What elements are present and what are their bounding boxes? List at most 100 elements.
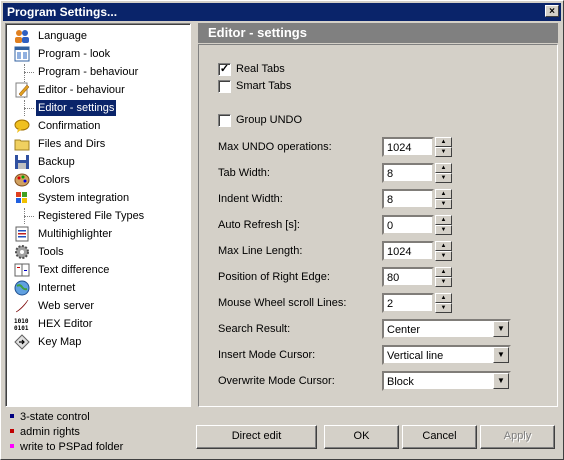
settings-tree[interactable]: Language Program - look Program - behavi… <box>5 23 191 407</box>
svg-text:0101: 0101 <box>14 325 29 332</box>
spin-down-icon[interactable]: ▼ <box>435 303 452 313</box>
right-edge-spinner[interactable]: ▲ ▼ <box>435 267 452 287</box>
spin-up-icon[interactable]: ▲ <box>435 163 452 173</box>
tree-item-multihighlighter[interactable]: Multihighlighter <box>14 226 114 242</box>
tree-item-editor-settings[interactable]: Editor - settings <box>36 100 117 116</box>
checkbox-label: Smart Tabs <box>236 80 292 92</box>
binary-icon: 1010 0101 <box>14 316 30 332</box>
group-undo-checkbox[interactable] <box>218 113 231 127</box>
spin-down-icon[interactable]: ▼ <box>435 147 452 157</box>
palette-icon <box>14 172 30 188</box>
auto-refresh-spinner[interactable]: ▲ ▼ <box>435 215 452 235</box>
spin-down-icon[interactable]: ▼ <box>435 277 452 287</box>
spin-down-icon[interactable]: ▼ <box>435 173 452 183</box>
window-title: Program Settings... <box>7 5 118 19</box>
floppy-disk-icon <box>14 154 30 170</box>
right-edge-label: Position of Right Edge: <box>218 271 330 283</box>
list-document-icon <box>14 226 30 242</box>
max-undo-input[interactable]: 1024 <box>382 137 434 157</box>
windows-flag-icon <box>14 190 30 206</box>
right-edge-input[interactable]: 80 <box>382 267 434 287</box>
tree-item-program-look[interactable]: Program - look <box>14 46 112 62</box>
close-button[interactable]: × <box>545 5 559 17</box>
indent-width-input[interactable]: 8 <box>382 189 434 209</box>
legend-swatch <box>10 444 14 449</box>
tree-item-registered-file-types[interactable]: Registered File Types <box>36 208 146 224</box>
tab-width-spinner[interactable]: ▲ ▼ <box>435 163 452 183</box>
smart-tabs-checkbox-row[interactable]: Smart Tabs <box>218 79 291 93</box>
chevron-down-icon[interactable]: ▼ <box>493 373 509 389</box>
search-result-label: Search Result: <box>218 323 291 335</box>
spin-up-icon[interactable]: ▲ <box>435 137 452 147</box>
tree-item-tools[interactable]: Tools <box>14 244 66 260</box>
max-undo-spinner[interactable]: ▲ ▼ <box>435 137 452 157</box>
legend-item: write to PSPad folder <box>8 440 123 454</box>
spin-up-icon[interactable]: ▲ <box>435 267 452 277</box>
spin-up-icon[interactable]: ▲ <box>435 241 452 251</box>
apply-button[interactable]: Apply <box>480 425 555 449</box>
legend-swatch <box>10 429 14 434</box>
tree-item-web-server[interactable]: Web server <box>14 298 96 314</box>
panel-title: Editor - settings <box>198 23 558 43</box>
max-line-length-spinner[interactable]: ▲ ▼ <box>435 241 452 261</box>
folder-icon <box>14 136 30 152</box>
tree-item-label: Editor - settings <box>36 100 117 116</box>
globe-icon <box>14 280 30 296</box>
window-layout-icon <box>14 46 30 62</box>
tree-item-hex-editor[interactable]: 1010 0101 HEX Editor <box>14 316 94 332</box>
real-tabs-checkbox[interactable]: ✓ <box>218 62 231 76</box>
tree-item-text-difference[interactable]: Text difference <box>14 262 111 278</box>
spin-up-icon[interactable]: ▲ <box>435 293 452 303</box>
spin-down-icon[interactable]: ▼ <box>435 225 452 235</box>
insert-cursor-select[interactable]: Vertical line ▼ <box>382 345 511 365</box>
tree-item-backup[interactable]: Backup <box>14 154 77 170</box>
max-line-length-input[interactable]: 1024 <box>382 241 434 261</box>
ok-button[interactable]: OK <box>324 425 399 449</box>
search-result-select[interactable]: Center ▼ <box>382 319 511 339</box>
chevron-down-icon[interactable]: ▼ <box>493 347 509 363</box>
indent-width-spinner[interactable]: ▲ ▼ <box>435 189 452 209</box>
chevron-down-icon[interactable]: ▼ <box>493 321 509 337</box>
select-value: Vertical line <box>387 350 444 362</box>
tree-item-files-and-dirs[interactable]: Files and Dirs <box>14 136 107 152</box>
compare-document-icon <box>14 262 30 278</box>
legend-label: admin rights <box>20 426 80 438</box>
wheel-scroll-lines-spinner[interactable]: ▲ ▼ <box>435 293 452 313</box>
tree-connector <box>24 108 34 109</box>
auto-refresh-input[interactable]: 0 <box>382 215 434 235</box>
tree-item-colors[interactable]: Colors <box>14 172 72 188</box>
wheel-scroll-lines-input[interactable]: 2 <box>382 293 434 313</box>
tree-item-system-integration[interactable]: System integration <box>14 190 131 206</box>
spin-up-icon[interactable]: ▲ <box>435 189 452 199</box>
direct-edit-button[interactable]: Direct edit <box>196 425 317 449</box>
tree-item-label: Colors <box>38 174 70 186</box>
spin-up-icon[interactable]: ▲ <box>435 215 452 225</box>
real-tabs-checkbox-row[interactable]: ✓ Real Tabs <box>218 62 285 76</box>
tree-item-label: HEX Editor <box>38 318 93 330</box>
gear-icon <box>14 244 30 260</box>
tree-item-label: Text difference <box>38 264 110 276</box>
spin-down-icon[interactable]: ▼ <box>435 251 452 261</box>
tree-item-internet[interactable]: Internet <box>14 280 77 296</box>
tree-item-language[interactable]: Language <box>14 28 89 44</box>
pencil-page-icon <box>14 82 30 98</box>
overwrite-cursor-select[interactable]: Block ▼ <box>382 371 511 391</box>
spin-down-icon[interactable]: ▼ <box>435 199 452 209</box>
title-bar: Program Settings... × <box>3 3 561 21</box>
speech-bubble-icon <box>14 118 30 134</box>
checkbox-label: Group UNDO <box>236 114 303 126</box>
group-undo-checkbox-row[interactable]: Group UNDO <box>218 113 302 127</box>
legend-label: write to PSPad folder <box>20 441 124 453</box>
tree-item-key-map[interactable]: Key Map <box>14 334 83 350</box>
select-value: Block <box>387 376 414 388</box>
tree-item-program-behaviour[interactable]: Program - behaviour <box>36 64 140 80</box>
cancel-button[interactable]: Cancel <box>402 425 477 449</box>
smart-tabs-checkbox[interactable] <box>218 79 231 93</box>
tree-item-label: Registered File Types <box>38 210 145 222</box>
max-line-length-label: Max Line Length: <box>218 245 303 257</box>
feather-icon <box>14 298 30 314</box>
tree-item-editor-behaviour[interactable]: Editor - behaviour <box>14 82 127 98</box>
tree-item-confirmation[interactable]: Confirmation <box>14 118 102 134</box>
legend-item: admin rights <box>8 425 80 439</box>
tab-width-input[interactable]: 8 <box>382 163 434 183</box>
